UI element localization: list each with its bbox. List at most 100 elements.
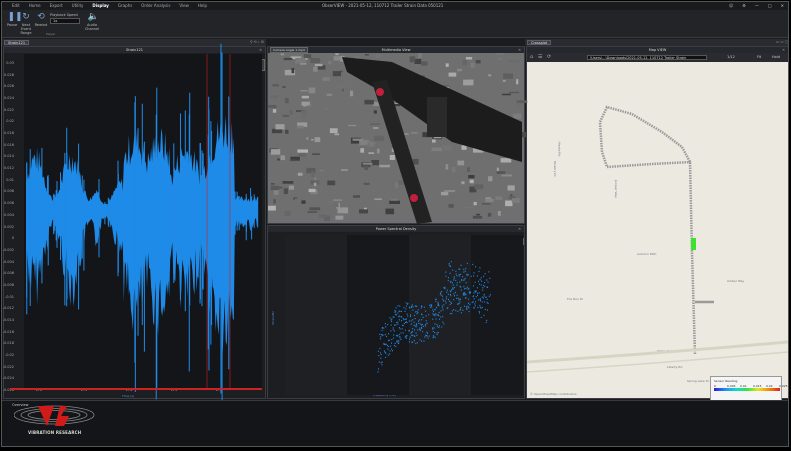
map-controls: ⌂ ☰ ⟳ \Users\...\Downloads\2021-05-12, 1… — [527, 53, 788, 62]
menu-utility[interactable]: Utility — [72, 3, 84, 8]
map-hold[interactable]: Hold — [772, 55, 780, 59]
graph-tools[interactable]: ⚲ ⟲ ⌕ ⚙ — [250, 39, 264, 46]
right-tabstrip: Crossplot ▭ ▭ ▢ — [525, 39, 788, 46]
playback-speed-input[interactable]: 1x — [50, 18, 80, 24]
app-window: Edit Home Export Utility Display Graphs Order … — [1, 1, 789, 447]
settings-icon[interactable]: ⚙ — [742, 3, 746, 8]
home-icon[interactable]: ⌂ — [530, 55, 533, 60]
audio-label: Audio Channel — [84, 23, 100, 31]
right-tools[interactable]: ▭ ▭ ▢ — [776, 39, 788, 46]
strain-y-tick: 0.026 — [3, 84, 14, 89]
rewind-label: Rewind — [34, 23, 48, 27]
strain-x-tick: 175 — [170, 388, 178, 392]
strain-x-label: Time (s) — [122, 394, 135, 398]
pause-icon: ❚❚ — [7, 12, 23, 22]
strain-y-tick: 0.002 — [3, 224, 14, 229]
strain-x-tick: 176 — [215, 388, 223, 392]
strain-y-tick: 0.018 — [3, 131, 14, 136]
road-label: Valley Rd — [657, 349, 671, 353]
road-label: Alaska Rd — [557, 141, 562, 157]
psd-y-tick: 1E-07 — [285, 246, 296, 250]
strain-y-tick: -0.016 — [2, 329, 14, 334]
strain-y-tick: 0.016 — [3, 142, 14, 147]
left-tabstrip: Strain121 ⚲ ⟲ ⌕ ⚙ — [2, 39, 266, 46]
rewind-button[interactable]: ⟲ Rewind — [33, 13, 49, 28]
layers-icon[interactable]: ☰ — [538, 55, 542, 60]
psd-title-text: Power Spectral Density — [375, 227, 417, 231]
strain-y-tick: -0.008 — [2, 282, 14, 287]
road-label: Juniper Way — [613, 180, 618, 198]
strain-panel-title: Strain121 ✕ — [4, 47, 265, 53]
strain-y-tick: -0.006 — [2, 271, 14, 276]
video-panel-title: Camera Angle 1.mp4 Multimedia View ✕ — [268, 47, 524, 53]
menu-bar: Edit Home Export Utility Display Graphs Order … — [12, 2, 216, 10]
vr-logo-mark — [13, 405, 95, 426]
close-icon[interactable]: ✕ — [518, 226, 521, 232]
window-title: ObserVIEW - 2021-05-12, 110712 Trailer S… — [322, 3, 444, 8]
colorbar-gradient — [714, 388, 780, 391]
logo-text: VIBRATION RESEARCH — [28, 430, 82, 435]
strain-y-tick: -0.014 — [2, 317, 14, 322]
audio-icon: 🔈 — [87, 12, 99, 22]
psd-x-tick: 1000 — [489, 389, 499, 393]
psd-panel-title: Power Spectral Density ✕ — [268, 226, 524, 232]
menu-home[interactable]: Home — [29, 3, 41, 8]
ribbon-group-label: Player — [46, 32, 56, 36]
road-label: Spring Lake Dr — [687, 379, 710, 383]
title-bar: Edit Home Export Utility Display Graphs Order … — [2, 2, 788, 10]
psd-x-label: Frequency (Hz) — [373, 393, 396, 397]
strain-y-tick: 0.008 — [3, 189, 14, 194]
map-attribution: © OpenStreetMap contributors — [530, 392, 577, 396]
tab-crossplot[interactable]: Crossplot — [527, 40, 552, 45]
psd-panel: Power Spectral Density ✕ CH1 S/T Strain … — [267, 225, 525, 399]
road-label: Amber Way — [727, 279, 745, 283]
playback-speed: Playback Speed 1x — [50, 13, 82, 24]
video-tab[interactable]: Camera Angle 1.mp4 — [270, 47, 308, 53]
next-event-label: Next Event Range — [20, 23, 32, 35]
psd-y-label: Strain/Hz — [270, 311, 275, 325]
strain-y-tick: 0.004 — [3, 212, 14, 217]
menu-graphs[interactable]: Graphs — [118, 3, 132, 8]
ribbon-toolbar: ❚❚ Pause ↻ Next Event Range ⟲ Rewind Pla… — [2, 10, 788, 38]
refresh-icon[interactable]: ⟳ — [547, 55, 551, 60]
menu-edit[interactable]: Edit — [12, 3, 20, 8]
close-icon[interactable]: ✕ — [259, 47, 262, 53]
strain-y-tick: -0.004 — [2, 259, 14, 264]
psd-x-tick: 100 — [428, 389, 436, 393]
strain-y-tick: -0.01 — [4, 294, 14, 299]
map-title-text: Map VIEW — [648, 48, 667, 52]
strain-y-tick: -0.024 — [2, 376, 14, 381]
map-fit[interactable]: Fit — [757, 55, 761, 59]
road-label: Fox Run Dr — [567, 297, 584, 301]
strain-y-tick: -0.02 — [4, 352, 14, 357]
menu-export[interactable]: Export — [50, 3, 63, 8]
strain-y-tick: -0.026 — [2, 388, 14, 392]
strain-y-tick: 0.03 — [6, 61, 14, 65]
psd-x-tick: 1 — [306, 389, 310, 393]
playback-speed-label: Playback Speed — [50, 13, 78, 17]
menu-view[interactable]: View — [179, 3, 189, 8]
strain-y-tick: 0.024 — [3, 96, 14, 101]
menu-display[interactable]: Display — [92, 3, 109, 8]
overview-strip: Overview VIBRATION RESEARCH — [2, 400, 788, 446]
map-file-path[interactable]: \Users\...\Downloads\2021-05-12, 110712 … — [587, 55, 707, 60]
road-label: Autumn Path — [637, 252, 657, 256]
minimize-icon[interactable]: — — [755, 3, 759, 8]
strain-y-tick: 0.028 — [3, 72, 14, 77]
map-zoom[interactable]: 1/12 — [727, 55, 735, 59]
feedback-icon[interactable]: ☺ — [729, 3, 733, 8]
strain-y-tick: 0.01 — [6, 177, 14, 182]
maximize-icon[interactable]: □ — [768, 3, 772, 8]
menu-order-analysis[interactable]: Order Analysis — [141, 3, 170, 8]
road-label: Liberty Rd — [667, 365, 683, 369]
menu-help[interactable]: Help — [198, 3, 207, 8]
tab-strain121[interactable]: Strain121 — [4, 40, 30, 45]
close-icon[interactable]: ✕ — [518, 47, 521, 53]
colorbar-tick: 0.025 — [779, 384, 788, 388]
video-panel: Camera Angle 1.mp4 Multimedia View ✕ — [267, 46, 525, 224]
strain-x-tick: 172 — [35, 388, 43, 392]
next-event-range-button[interactable]: ↻ Next Event Range — [18, 13, 34, 36]
close-icon[interactable]: ✕ — [781, 3, 784, 8]
audio-channel-button[interactable]: 🔈 Audio Channel — [84, 12, 100, 32]
strain-y-tick: 0 — [11, 236, 14, 241]
